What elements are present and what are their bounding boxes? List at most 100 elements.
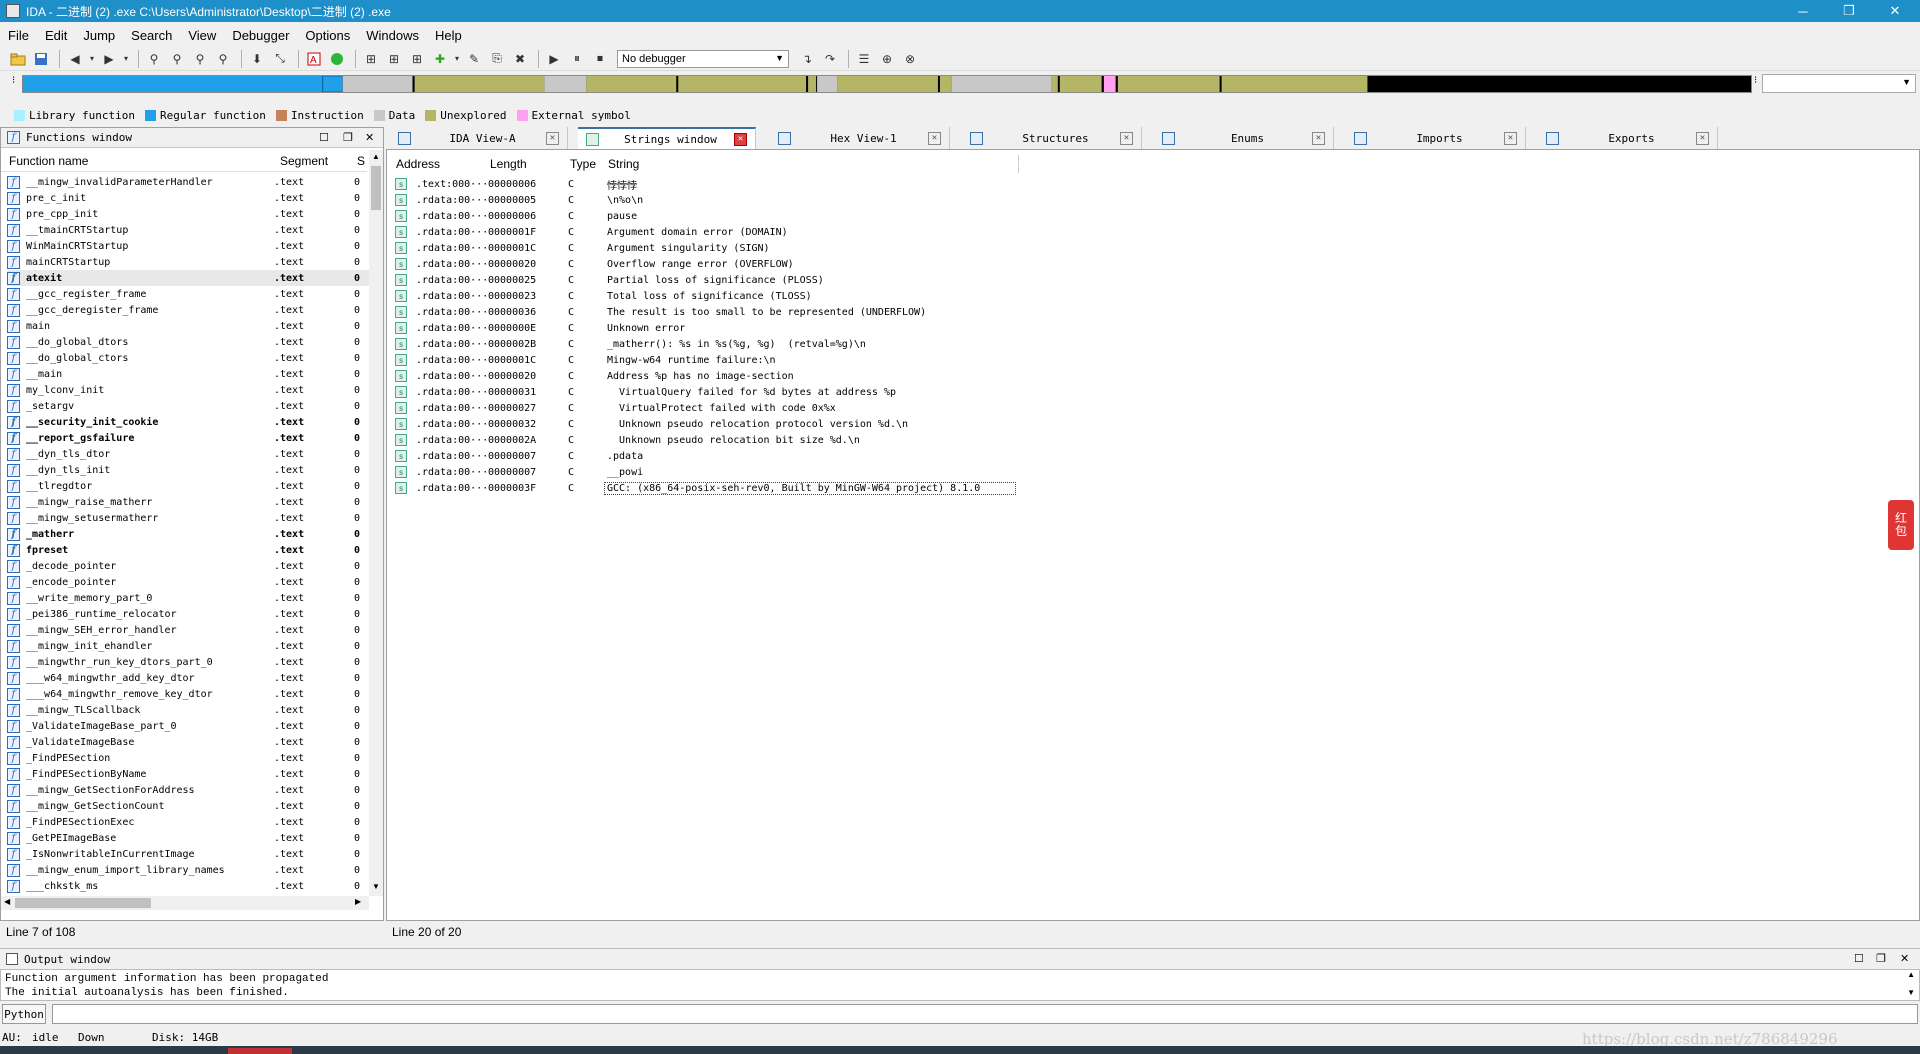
function-row[interactable]: f pre_cpp_init .text 0 — [7, 206, 369, 222]
back-arrow-icon[interactable]: ◀ — [65, 49, 85, 69]
function-row[interactable]: f __mingw_init_ehandler .text 0 — [7, 638, 369, 654]
patch-icon[interactable]: ✎ — [464, 49, 484, 69]
delete-icon[interactable]: ✖ — [510, 49, 530, 69]
string-row[interactable]: s .rdata:00··· 0000002A C Unknown pseudo re… — [395, 432, 1035, 448]
download-arrow-icon[interactable]: ⬇ — [247, 49, 267, 69]
toggle-breakpoint-icon[interactable]: ⊕ — [877, 49, 897, 69]
string-row[interactable]: s .rdata:00··· 0000002B C _matherr(): %s in … — [395, 336, 1035, 352]
float-icon[interactable]: ❐ — [343, 131, 353, 144]
menu-jump[interactable]: Jump — [75, 28, 123, 43]
taskbar-item[interactable] — [228, 1048, 292, 1054]
function-row[interactable]: f my_lconv_init .text 0 — [7, 382, 369, 398]
string-row[interactable]: s .rdata:00··· 00000006 Cpause — [395, 208, 1035, 224]
string-row[interactable]: s .rdata:00··· 00000007 C __powi — [395, 464, 1035, 480]
function-row[interactable]: f atexit .text 0 — [7, 270, 369, 286]
function-row[interactable]: f _FindPESectionExec .text 0 — [7, 814, 369, 830]
function-row[interactable]: f __mingw_invalidParameterHandler .text 0 — [7, 174, 369, 190]
col-s[interactable]: S — [357, 154, 365, 168]
remove-breakpoint-icon[interactable]: ⊗ — [900, 49, 920, 69]
restore-icon[interactable]: ☐ — [1854, 952, 1864, 965]
function-row[interactable]: f main .text 0 — [7, 318, 369, 334]
close-icon[interactable]: ✕ — [1312, 131, 1325, 145]
function-row[interactable]: f __dyn_tls_init .text 0 — [7, 462, 369, 478]
scroll-down-icon[interactable]: ▼ — [372, 882, 380, 891]
string-row[interactable]: s .rdata:00··· 0000000E C Unknown error — [395, 320, 1035, 336]
function-row[interactable]: f ___w64_mingwthr_add_key_dtor .text 0 — [7, 670, 369, 686]
stop-debug-icon[interactable]: ⏹ — [590, 49, 610, 69]
string-row[interactable]: s .rdata:00··· 00000027 C VirtualProtect fa… — [395, 400, 1035, 416]
menu-search[interactable]: Search — [123, 28, 180, 43]
tab-enums[interactable]: Enums ✕ — [1154, 127, 1334, 149]
function-row[interactable]: f pre_c_init .text 0 — [7, 190, 369, 206]
close-icon[interactable]: ✕ — [1504, 131, 1517, 145]
scroll-up-icon[interactable]: ▲ — [1907, 970, 1915, 979]
close-window-button[interactable]: ✕ — [1872, 0, 1918, 22]
function-row[interactable]: f __do_global_ctors .text 0 — [7, 350, 369, 366]
function-row[interactable]: f __mingw_SEH_error_handler .text 0 — [7, 622, 369, 638]
close-icon[interactable]: ✕ — [546, 131, 559, 145]
function-row[interactable]: f __tmainCRTStartup .text 0 — [7, 222, 369, 238]
text-color-icon[interactable]: A — [304, 49, 324, 69]
function-row[interactable]: f __mingw_GetSectionForAddress .text 0 — [7, 782, 369, 798]
restore-icon[interactable]: ☐ — [319, 131, 329, 144]
string-row[interactable]: s .rdata:00··· 00000020 C Address %p has no … — [395, 368, 1035, 384]
string-row[interactable]: s .rdata:00··· 00000023 C Total loss of sign… — [395, 288, 1035, 304]
string-row[interactable]: s .text:000··· 00000006 C 悖悖悖 — [395, 176, 1035, 192]
search-next-icon[interactable]: ⚲ — [213, 49, 233, 69]
graph-icon[interactable]: ⊞ — [407, 49, 427, 69]
run-green-icon[interactable] — [327, 49, 347, 69]
float-icon[interactable]: ❐ — [1876, 952, 1886, 965]
col-length[interactable]: Length — [490, 157, 527, 171]
function-row[interactable]: f fpreset .text 0 — [7, 542, 369, 558]
function-row[interactable]: f _decode_pointer .text 0 — [7, 558, 369, 574]
function-row[interactable]: f __mingw_setusermatherr .text 0 — [7, 510, 369, 526]
function-row[interactable]: f __mingw_raise_matherr .text 0 — [7, 494, 369, 510]
menu-view[interactable]: View — [180, 28, 224, 43]
string-row[interactable]: s .rdata:00··· 0000001F C Argument domain er… — [395, 224, 1035, 240]
function-row[interactable]: f WinMainCRTStartup .text 0 — [7, 238, 369, 254]
forward-dropdown-icon[interactable]: ▾ — [122, 49, 130, 69]
menu-edit[interactable]: Edit — [37, 28, 75, 43]
col-segment[interactable]: Segment — [280, 154, 328, 168]
scroll-left-icon[interactable]: ◀ — [4, 897, 10, 906]
search-text-icon[interactable]: ⚲ — [167, 49, 187, 69]
step-into-icon[interactable]: ↴ — [797, 49, 817, 69]
string-row[interactable]: s .rdata:00··· 00000036 C The result is too … — [395, 304, 1035, 320]
close-icon[interactable]: ✕ — [1900, 952, 1909, 965]
function-row[interactable]: f __security_init_cookie .text 0 — [7, 414, 369, 430]
function-row[interactable]: f __mingw_GetSectionCount .text 0 — [7, 798, 369, 814]
function-row[interactable]: f __mingw_enum_import_library_names .text 0 — [7, 862, 369, 878]
scroll-thumb[interactable] — [371, 166, 381, 210]
function-row[interactable]: f ___chkstk_ms .text 0 — [7, 878, 369, 894]
tab-imports[interactable]: Imports ✕ — [1346, 127, 1526, 149]
pause-debug-icon[interactable]: ⏸ — [567, 49, 587, 69]
save-icon[interactable] — [31, 49, 51, 69]
forward-arrow-icon[interactable]: ▶ — [99, 49, 119, 69]
tab-hex-view[interactable]: Hex View-1 ✕ — [770, 127, 950, 149]
function-row[interactable]: f __do_global_dtors .text 0 — [7, 334, 369, 350]
col-string[interactable]: String — [608, 157, 639, 171]
navigation-strip[interactable] — [22, 75, 1752, 93]
command-input[interactable] — [52, 1004, 1918, 1024]
search-binary-icon[interactable]: ⚲ — [190, 49, 210, 69]
string-row[interactable]: s .rdata:00··· 00000005 C \n%o\n — [395, 192, 1035, 208]
python-button[interactable]: Python — [2, 1004, 46, 1024]
col-type[interactable]: Type — [570, 157, 596, 171]
maximize-button[interactable]: ❐ — [1826, 0, 1872, 22]
tab-exports[interactable]: Exports ✕ — [1538, 127, 1718, 149]
function-row[interactable]: f _IsNonwritableInCurrentImage .text 0 — [7, 846, 369, 862]
red-packet-badge[interactable]: 红包 — [1888, 500, 1914, 550]
output-text-area[interactable]: Function argument information has been p… — [0, 969, 1920, 1001]
create-function-icon[interactable]: ⊞ — [361, 49, 381, 69]
function-row[interactable]: f _FindPESection .text 0 — [7, 750, 369, 766]
function-row[interactable]: f __dyn_tls_dtor .text 0 — [7, 446, 369, 462]
function-row[interactable]: f __mingw_TLScallback .text 0 — [7, 702, 369, 718]
breakpoint-list-icon[interactable]: ☰ — [854, 49, 874, 69]
close-icon[interactable]: ✕ — [365, 131, 374, 144]
close-icon[interactable]: ✕ — [928, 131, 941, 145]
tab-structures[interactable]: Structures ✕ — [962, 127, 1142, 149]
menu-options[interactable]: Options — [297, 28, 358, 43]
functions-list[interactable]: f __mingw_invalidParameterHandler .text 0 f p… — [1, 174, 369, 896]
add-plugin-icon[interactable]: ✚ — [430, 49, 450, 69]
cross-ref-icon[interactable]: ⤡ — [270, 49, 290, 69]
